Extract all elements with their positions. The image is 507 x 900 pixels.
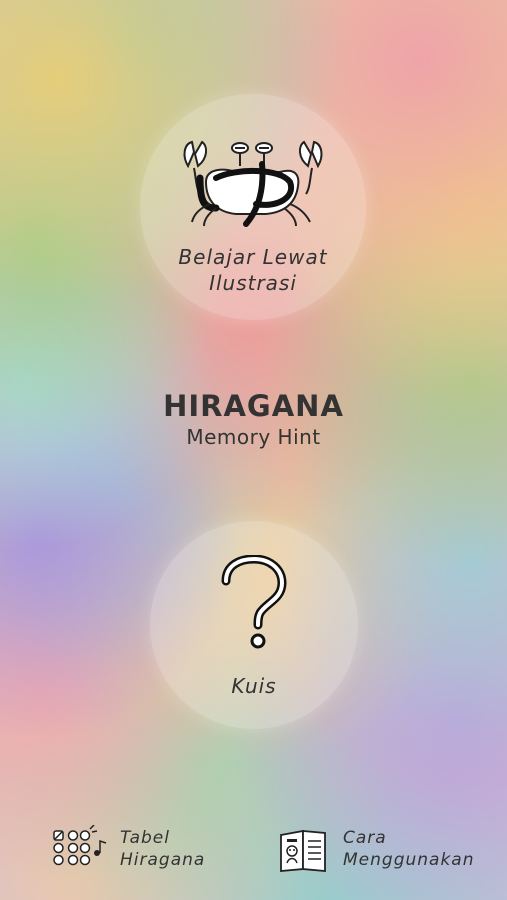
how-to-use-button[interactable]: Cara Menggunakan	[275, 825, 475, 873]
quiz-label: Kuis	[231, 674, 277, 698]
hiragana-table-button[interactable]: Tabel Hiragana	[52, 825, 205, 873]
crab-icon	[183, 140, 323, 227]
quiz-button[interactable]: Kuis	[150, 521, 358, 729]
app-title: HIRAGANA	[163, 389, 344, 423]
app-title-block: HIRAGANA Memory Hint	[0, 388, 507, 450]
hiragana-table-label: Tabel Hiragana	[120, 828, 206, 870]
how-to-use-label: Cara Menggunakan	[343, 828, 475, 870]
learn-illustration-button[interactable]: Belajar Lewat Ilustrasi	[140, 94, 366, 320]
book-icon	[280, 829, 326, 872]
hiragana-grid-icon	[53, 825, 107, 866]
app-subtitle: Memory Hint	[186, 425, 321, 449]
question-mark-icon	[221, 555, 287, 649]
learn-illustration-label: Belajar Lewat Ilustrasi	[178, 245, 328, 295]
